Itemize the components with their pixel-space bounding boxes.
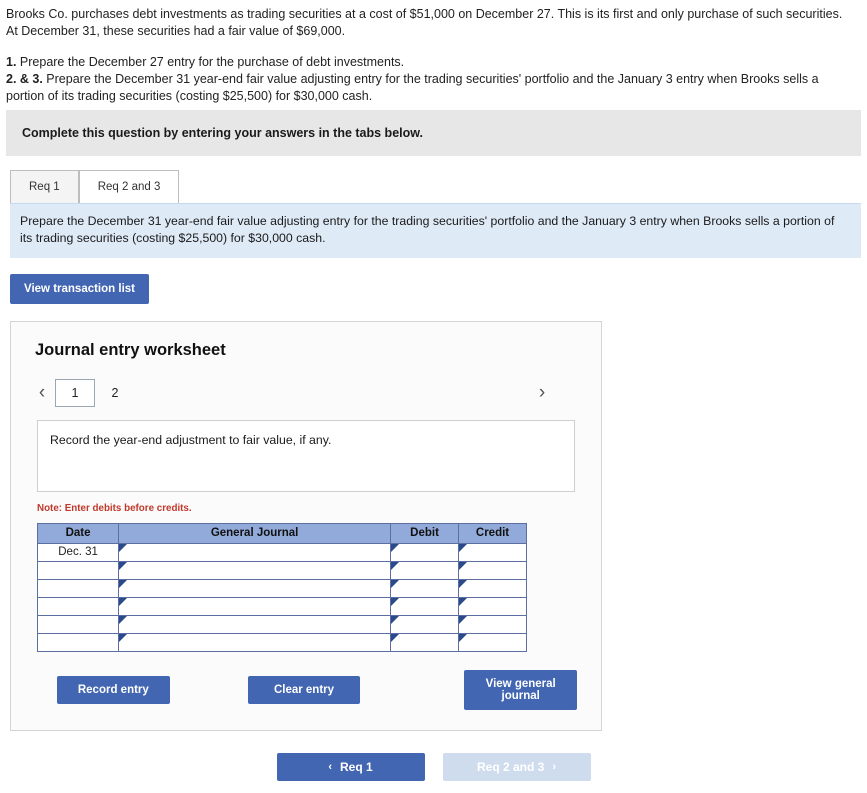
chevron-right-icon: ›	[552, 760, 557, 773]
requirement-banner: Prepare the December 31 year-end fair va…	[10, 203, 861, 258]
cell-credit[interactable]	[458, 542, 527, 562]
table-row: Dec. 31	[36, 542, 527, 562]
chevron-left-icon: ‹	[328, 760, 332, 773]
tab-req-2-and-3[interactable]: Req 2 and 3	[78, 169, 180, 204]
req1-number: 1.	[6, 54, 17, 69]
tab-bar: Req 1 Req 2 and 3	[10, 165, 861, 204]
cell-general-journal[interactable]	[118, 614, 392, 634]
table-row	[36, 560, 527, 580]
instruction-banner: Complete this question by entering your …	[6, 110, 861, 157]
cell-general-journal[interactable]	[118, 542, 392, 562]
record-entry-button[interactable]: Record entry	[57, 675, 170, 704]
cell-debit[interactable]	[390, 596, 460, 616]
problem-intro: Brooks Co. purchases debt investments as…	[6, 7, 843, 39]
journal-entry-panel: Journal entry worksheet ‹ 1 2 › Record t…	[10, 320, 602, 731]
cell-date[interactable]: Dec. 31	[36, 542, 120, 562]
cell-date[interactable]	[36, 614, 120, 634]
table-row	[36, 578, 527, 598]
table-row	[36, 632, 527, 652]
footer-navigation: ‹ Req 1 Req 2 and 3 ›	[0, 752, 867, 781]
req1-text: Prepare the December 27 entry for the pu…	[16, 54, 405, 69]
page-root: Brooks Co. purchases debt investments as…	[0, 0, 867, 793]
cell-debit[interactable]	[390, 542, 460, 562]
problem-requirement-1: 1. Prepare the December 27 entry for the…	[6, 54, 855, 71]
record-prompt-text: Record the year-end adjustment to fair v…	[50, 432, 332, 447]
req23-text: Prepare the December 31 year-end fair va…	[6, 71, 819, 103]
tab-req-1[interactable]: Req 1	[10, 169, 79, 204]
cell-credit[interactable]	[458, 596, 527, 616]
column-header-credit: Credit	[458, 522, 527, 544]
cell-general-journal[interactable]	[118, 596, 392, 616]
worksheet-pager: ‹ 1 2 ›	[29, 378, 583, 408]
cell-credit[interactable]	[458, 632, 527, 652]
table-row	[36, 614, 527, 634]
column-header-debit: Debit	[390, 522, 460, 544]
cell-debit[interactable]	[390, 560, 460, 580]
problem-statement: Brooks Co. purchases debt investments as…	[0, 0, 867, 105]
worksheet-page-1[interactable]: 1	[55, 378, 95, 407]
debits-before-credits-note: Note: Enter debits before credits.	[37, 502, 192, 514]
cell-debit[interactable]	[390, 632, 460, 652]
cell-general-journal[interactable]	[118, 560, 392, 580]
panel-action-buttons: Record entry Clear entry View general jo…	[37, 669, 578, 710]
record-prompt-box: Record the year-end adjustment to fair v…	[37, 419, 575, 492]
view-transaction-list-wrapper: View transaction list	[10, 273, 867, 304]
clear-entry-button[interactable]: Clear entry	[247, 675, 361, 704]
chevron-right-icon[interactable]: ›	[529, 383, 555, 402]
problem-requirement-23: 2. & 3. Prepare the December 31 year-end…	[6, 71, 855, 106]
journal-entry-table: Date General Journal Debit Credit Dec. 3…	[36, 522, 527, 652]
cell-debit[interactable]	[390, 614, 460, 634]
cell-date[interactable]	[36, 578, 120, 598]
table-header-row: Date General Journal Debit Credit	[36, 522, 527, 544]
prev-requirement-button[interactable]: ‹ Req 1	[276, 752, 425, 781]
view-transaction-list-button[interactable]: View transaction list	[10, 273, 149, 304]
req23-number: 2. & 3.	[6, 71, 43, 86]
cell-credit[interactable]	[458, 560, 527, 580]
next-requirement-button[interactable]: Req 2 and 3 ›	[442, 752, 591, 781]
panel-title: Journal entry worksheet	[35, 340, 226, 359]
prev-requirement-label: Req 1	[339, 759, 373, 774]
cell-debit[interactable]	[390, 578, 460, 598]
cell-general-journal[interactable]	[118, 578, 392, 598]
worksheet-page-2[interactable]: 2	[95, 380, 135, 406]
table-row	[36, 596, 527, 616]
cell-date[interactable]	[36, 596, 120, 616]
column-header-date: Date	[36, 522, 120, 544]
next-requirement-label: Req 2 and 3	[476, 759, 545, 774]
cell-date[interactable]	[36, 632, 120, 652]
chevron-left-icon[interactable]: ‹	[29, 383, 55, 402]
cell-credit[interactable]	[458, 614, 527, 634]
cell-date[interactable]	[36, 560, 120, 580]
cell-credit[interactable]	[458, 578, 527, 598]
column-header-general-journal: General Journal	[118, 522, 392, 544]
view-general-journal-button[interactable]: View general journal	[464, 669, 578, 710]
cell-general-journal[interactable]	[118, 632, 392, 652]
